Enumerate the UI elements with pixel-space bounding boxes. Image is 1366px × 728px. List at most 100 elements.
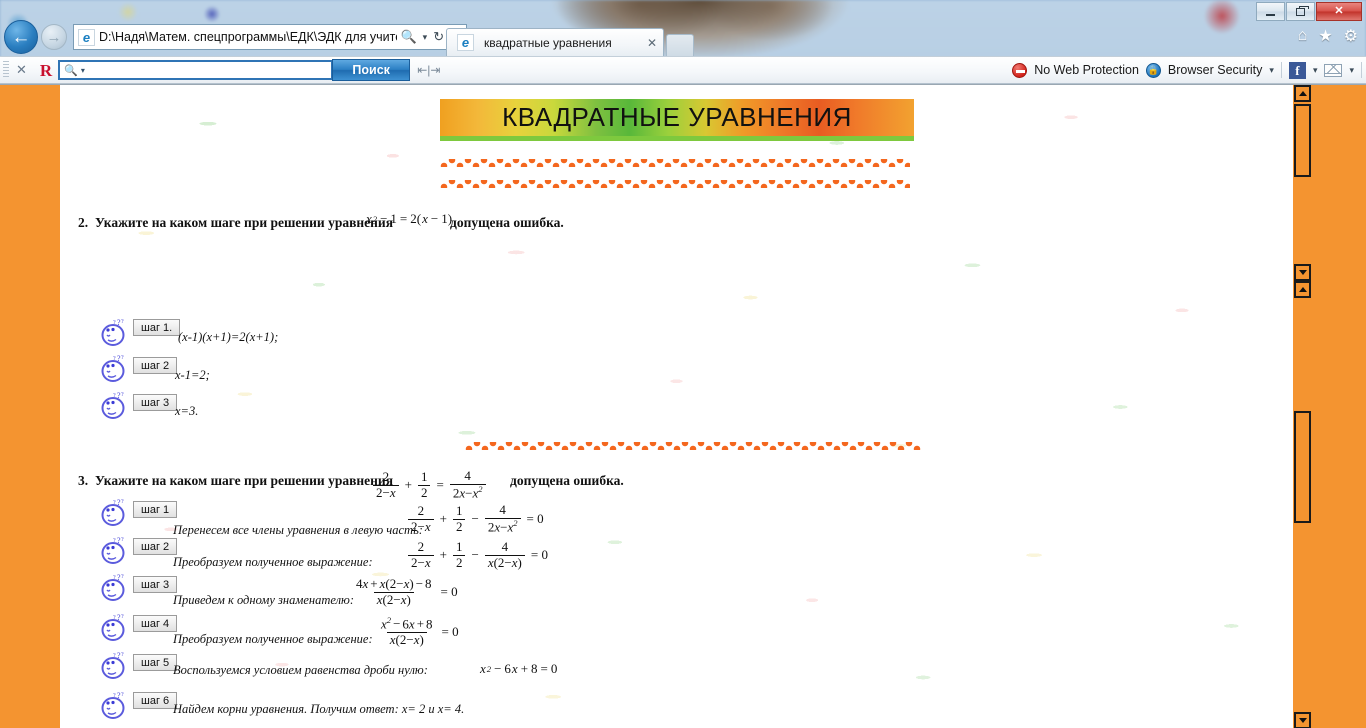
question-3-number: 3.: [78, 473, 89, 488]
favorites-icon[interactable]: ★: [1318, 26, 1332, 46]
window-controls: ✕: [1255, 2, 1362, 21]
mail-caret-icon[interactable]: ▾: [1349, 65, 1354, 76]
svg-text:?: ?: [121, 392, 124, 398]
page-viewport: КВАДРАТНЫЕ УРАВНЕНИЯ 2. Укажите на каком…: [0, 84, 1366, 728]
facebook-caret-icon[interactable]: ▾: [1313, 65, 1318, 76]
svg-text:?: ?: [121, 355, 124, 361]
page-scroll-thumb[interactable]: [1294, 411, 1311, 523]
step-formula: x-1=2;: [175, 368, 210, 382]
avira-search-box[interactable]: 🔍 ▾: [58, 60, 334, 80]
step-button[interactable]: шаг 2: [133, 357, 178, 374]
question-3-equation: 2 2−x + 12 = 4 2x−x2: [370, 468, 489, 501]
question-3-prompt: Укажите на каком шаге при решении уравне…: [95, 473, 394, 488]
thinking-face-icon: ? ? ?: [100, 572, 128, 602]
search-dropdown-icon[interactable]: ▾: [81, 66, 85, 75]
avira-search-button[interactable]: Поиск: [332, 59, 411, 81]
lock-icon: 🔒: [1145, 62, 1161, 78]
inner-scrollbar[interactable]: [1293, 85, 1312, 281]
question-2-number: 2.: [78, 215, 89, 230]
inner-scroll-thumb[interactable]: [1294, 104, 1311, 177]
back-button[interactable]: ←: [4, 20, 38, 54]
step-formula: 2 2−x + 12 − 4 2x−x2 = 0: [405, 502, 546, 535]
address-input[interactable]: D:\Надя\Матем. спецпрограммы\ЕДК\ЭДК для…: [99, 30, 397, 44]
avira-toolbar: ✕ R 🔍 ▾ Поиск ⇤|⇥ No Web Protection 🔒 Br…: [0, 56, 1366, 84]
tools-icon[interactable]: ⚙: [1344, 26, 1358, 46]
step-formula: x 2−6 x +8 = 0: [480, 661, 558, 676]
thinking-face-icon: ? ? ?: [100, 535, 128, 565]
step-button[interactable]: шаг 3: [133, 394, 178, 411]
step-button[interactable]: шаг 1.: [133, 319, 181, 336]
tab-strip: e квадратные уравнения ✕: [446, 26, 694, 56]
svg-text:?: ?: [121, 614, 124, 620]
thinking-face-icon: ? ? ?: [100, 497, 128, 527]
ie-icon: e: [78, 28, 95, 46]
question-2-prompt-tail: допущена ошибка.: [450, 215, 564, 230]
tab-kvadratnye-uravneniya[interactable]: e квадратные уравнения ✕: [446, 28, 664, 56]
facebook-icon[interactable]: f: [1288, 61, 1306, 79]
toolbar-divider: [1280, 62, 1282, 78]
step-formula: 2 2−x + 12 − 4 x(2−x) = 0: [405, 539, 550, 571]
thinking-face-icon: ? ? ?: [100, 317, 128, 347]
wave-divider-1: [440, 159, 910, 167]
page-scrollbar[interactable]: [1293, 281, 1312, 728]
step-formula: x2−6x +8 x(2−x) = 0: [381, 615, 459, 648]
minimize-button[interactable]: [1256, 2, 1285, 21]
thinking-face-icon: ? ? ?: [100, 612, 128, 642]
mail-icon[interactable]: [1324, 63, 1343, 77]
tab-favicon-ie-icon: e: [457, 34, 474, 51]
search-icon: 🔍: [64, 64, 78, 77]
close-button[interactable]: ✕: [1316, 2, 1362, 21]
command-bar: ⌂ ★ ⚙: [1298, 26, 1358, 46]
thinking-face-icon: ? ? ?: [100, 353, 128, 383]
toolbar-resize-grip[interactable]: ⇤|⇥: [410, 63, 447, 77]
document-content: КВАДРАТНЫЕ УРАВНЕНИЯ 2. Укажите на каком…: [60, 85, 1293, 728]
page-scroll-up-button[interactable]: [1294, 281, 1311, 298]
question-3-prompt-tail: допущена ошибка.: [510, 473, 624, 488]
step-button[interactable]: шаг 2: [133, 538, 178, 555]
restore-button[interactable]: [1286, 2, 1315, 21]
question-2-equation: x 2−1 = 2(x −1): [366, 211, 453, 226]
svg-text:?: ?: [121, 692, 124, 698]
step-description: Найдем корни уравнения. Получим ответ: x…: [173, 702, 465, 716]
thinking-face-icon: ? ? ?: [100, 650, 128, 680]
step-description: Перенесем все члены уравнения в левую ча…: [173, 523, 423, 537]
avira-logo-icon: R: [39, 60, 53, 80]
thinking-face-icon: ? ? ?: [100, 390, 128, 420]
wave-divider-3: [465, 442, 921, 450]
address-dropdown-icon[interactable]: ▾: [420, 32, 431, 43]
step-description: Воспользуемся условием равенства дроби н…: [173, 663, 428, 677]
svg-text:?: ?: [121, 652, 124, 658]
step-formula: 4x + x(2−x) −8 x(2−x) = 0: [356, 576, 458, 607]
no-web-protection-icon: [1012, 62, 1028, 78]
tab-close-icon[interactable]: ✕: [647, 36, 657, 50]
inner-scroll-down-button[interactable]: [1294, 264, 1311, 281]
tab-title: квадратные уравнения: [484, 35, 612, 50]
svg-text:?: ?: [121, 574, 124, 580]
svg-text:?: ?: [121, 537, 124, 543]
step-button[interactable]: шаг 3: [133, 576, 178, 593]
step-button[interactable]: шаг 4: [133, 615, 178, 632]
step-description: Преобразуем полученное выражение:: [173, 555, 373, 569]
address-bar[interactable]: e D:\Надя\Матем. спецпрограммы\ЕДК\ЭДК д…: [73, 24, 467, 50]
forward-button[interactable]: →: [41, 24, 67, 50]
browser-security-label[interactable]: Browser Security: [1168, 63, 1262, 77]
wave-divider-2: [440, 180, 910, 188]
page-banner: КВАДРАТНЫЕ УРАВНЕНИЯ: [440, 99, 914, 141]
question-2-prompt: Укажите на каком шаге при решении уравне…: [95, 215, 394, 230]
address-search-icon[interactable]: 🔍: [397, 29, 419, 45]
avira-toolbar-right: No Web Protection 🔒 Browser Security ▾ f…: [1012, 61, 1366, 79]
inner-scroll-up-button[interactable]: [1294, 85, 1311, 102]
browser-security-caret-icon[interactable]: ▾: [1269, 65, 1274, 76]
toolbar-close-button[interactable]: ✕: [9, 62, 34, 78]
refresh-icon[interactable]: ↻: [430, 29, 447, 45]
step-button[interactable]: шаг 1: [133, 501, 178, 518]
step-button[interactable]: шаг 6: [133, 692, 178, 709]
step-description: Приведем к одному знаменателю:: [173, 593, 355, 607]
page-scroll-down-button[interactable]: [1294, 712, 1311, 728]
no-web-protection-label[interactable]: No Web Protection: [1034, 63, 1139, 77]
toolbar-divider-2: [1361, 62, 1362, 78]
step-button[interactable]: шаг 5: [133, 654, 178, 671]
avira-search-input[interactable]: [87, 63, 328, 77]
new-tab-button[interactable]: [666, 34, 694, 56]
home-icon[interactable]: ⌂: [1298, 27, 1308, 45]
